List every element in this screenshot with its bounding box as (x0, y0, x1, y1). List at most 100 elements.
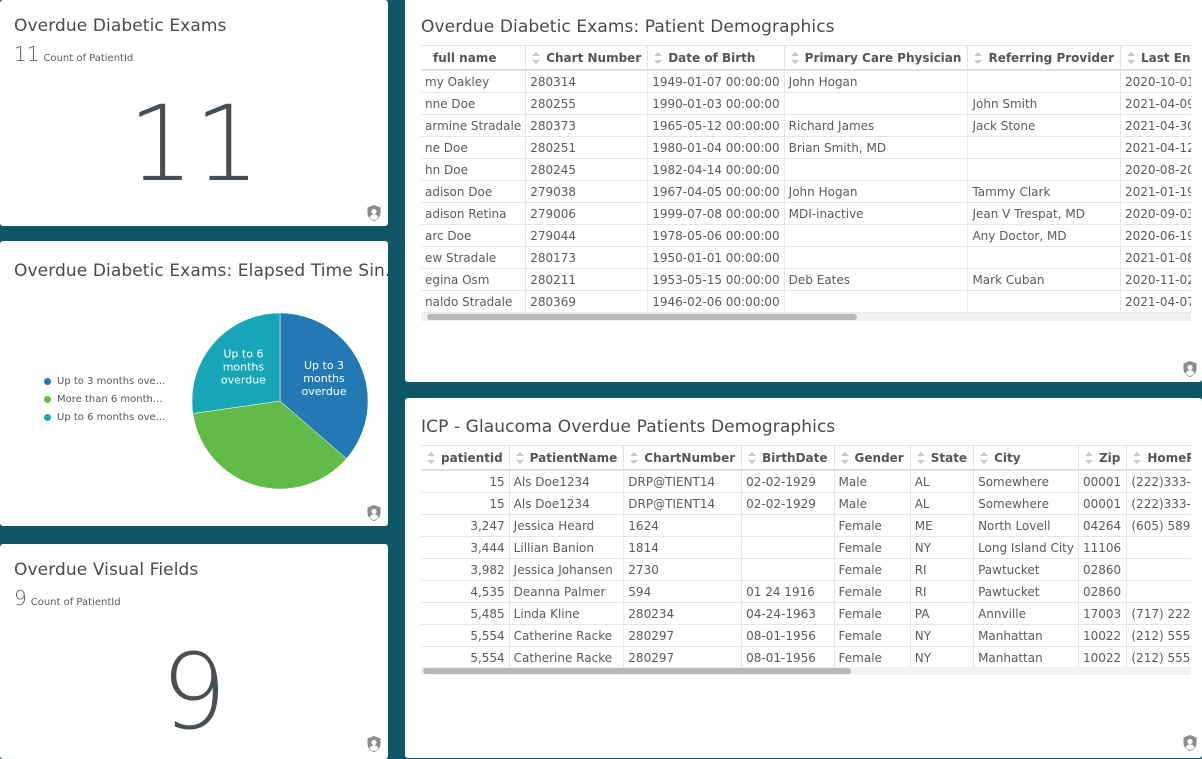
table-row[interactable]: 15 Als Doe1234 DRP@TIENT14 02-02-1929 Male AL… (421, 492, 1191, 515)
shield-user-icon[interactable] (366, 504, 382, 522)
shield-user-icon[interactable] (366, 204, 382, 222)
sort-icon[interactable] (916, 452, 925, 464)
table-cell: DRP@TIENT14 (623, 492, 743, 515)
column-header[interactable]: Date of Birth (647, 46, 785, 71)
table-cell: (212) 555-5 (1126, 624, 1191, 647)
shield-user-icon[interactable] (1182, 734, 1198, 752)
sort-icon[interactable] (1084, 452, 1093, 464)
table-row[interactable]: 5,554 Catherine Racke 280297 08-01-1956 Fema… (421, 624, 1191, 647)
legend-dot-icon (44, 395, 51, 403)
table-cell: 15 (421, 470, 510, 493)
table-cell: Somewhere (973, 470, 1079, 493)
sort-icon[interactable] (532, 52, 541, 64)
scrollbar-thumb[interactable] (427, 314, 857, 320)
table-cell: 2020-08-20 11:1 (1120, 158, 1191, 181)
table-row[interactable]: 3,982 Jessica Johansen 2730 Female RI Pawtuck… (421, 558, 1191, 581)
legend-item[interactable]: More than 6 month... (44, 390, 165, 408)
table-row[interactable]: 3,247 Jessica Heard 1624 Female ME North Love… (421, 514, 1191, 537)
table-row[interactable]: 3,444 Lillian Banion 1814 Female NY Long Isla… (421, 536, 1191, 559)
table-cell: 280251 (525, 136, 649, 159)
column-header-label: Chart Number (546, 50, 642, 65)
column-header[interactable]: patientid (421, 446, 510, 471)
column-header[interactable]: Primary Care Physician (784, 46, 969, 71)
table-cell: 1982-04-14 00:00:00 (647, 158, 785, 181)
column-header[interactable]: Zip (1078, 446, 1128, 471)
table-row[interactable]: hn Doe 280245 1982-04-14 00:00:00 2020-08-2… (421, 158, 1191, 181)
shield-user-icon[interactable] (366, 735, 382, 753)
table-cell: 2021-04-09 09:4 (1120, 92, 1191, 115)
pie-card-elapsed-time[interactable]: Overdue Diabetic Exams: Elapsed Time Sin… (0, 241, 388, 526)
table-card-patient-demographics[interactable]: Overdue Diabetic Exams: Patient Demograp… (405, 0, 1202, 382)
column-header[interactable]: HomePh (1126, 446, 1191, 471)
table-row[interactable]: 15 Als Doe1234 DRP@TIENT14 02-02-1929 Male AL… (421, 470, 1191, 493)
table-cell: Lillian Banion (509, 536, 625, 559)
table-row[interactable]: egina Osm 280211 1953-05-15 00:00:00 Deb Ea… (421, 268, 1191, 291)
scrollbar-thumb[interactable] (423, 668, 851, 674)
table-cell: Brian Smith, MD (784, 136, 969, 159)
column-header[interactable]: State (910, 446, 975, 471)
table-row[interactable]: armine Stradale 280373 1965-05-12 00:00:00… (421, 114, 1191, 137)
sort-icon[interactable] (1133, 452, 1142, 464)
table-cell: John Hogan (784, 180, 969, 203)
sort-icon[interactable] (980, 452, 989, 464)
table-row[interactable]: naldo Stradale 280369 1946-02-06 00:00:00 2… (421, 290, 1191, 313)
table-row[interactable]: arc Doe 279044 1978-05-06 00:00:00 Any Doct… (421, 224, 1191, 247)
table-card-glaucoma-overdue[interactable]: ICP - Glaucoma Overdue Patients Demograp… (405, 398, 1202, 758)
column-header[interactable]: Referring Provider (967, 46, 1121, 71)
kpi-value: 11 (14, 42, 40, 66)
column-header-label: Referring Provider (988, 50, 1114, 65)
column-header[interactable]: Gender (834, 446, 911, 471)
table-cell: Als Doe1234 (509, 470, 625, 493)
table-cell (784, 246, 969, 269)
kpi-card-visual-fields[interactable]: Overdue Visual Fields 9 Count of PatientI… (0, 544, 388, 759)
table-row[interactable]: nne Doe 280255 1990-01-03 00:00:00 John Smi… (421, 92, 1191, 115)
table-cell: North Lovell (973, 514, 1079, 537)
column-header[interactable]: Chart Number (525, 46, 649, 71)
table-row[interactable]: 5,485 Linda Kline 280234 04-24-1963 Female PA… (421, 602, 1191, 625)
table-row[interactable]: my Oakley 280314 1949-01-07 00:00:00 John H… (421, 70, 1191, 93)
column-header[interactable]: BirthDate (741, 446, 835, 471)
table-cell: 2020-09-03 11:0 (1120, 202, 1191, 225)
table-row[interactable]: adison Doe 279038 1967-04-05 00:00:00 John … (421, 180, 1191, 203)
column-header[interactable]: Last Encount (1120, 46, 1191, 71)
table-cell: (212) 555-5 (1126, 646, 1191, 668)
table-cell: 2020-06-19 15:2 (1120, 224, 1191, 247)
table-row[interactable]: adison Retina 279006 1999-07-08 00:00:00 MD… (421, 202, 1191, 225)
glaucoma-table: patientid PatientName ChartNumber BirthDate… (421, 446, 1191, 668)
column-header-label: Primary Care Physician (804, 50, 962, 65)
sort-icon[interactable] (427, 452, 435, 464)
card-title: Overdue Diabetic Exams: Elapsed Time Sin… (14, 261, 388, 281)
legend-item[interactable]: Up to 3 months ove... (44, 372, 165, 390)
sort-icon[interactable] (630, 452, 639, 464)
table-cell: ew Stradale (421, 246, 527, 269)
sort-icon[interactable] (1127, 52, 1135, 64)
table-cell: John Hogan (784, 70, 969, 93)
table-row[interactable]: 5,554 Catherine Racke 280297 08-01-1956 Fema… (421, 646, 1191, 668)
table-cell: Annville (973, 602, 1079, 625)
sort-icon[interactable] (748, 452, 757, 464)
table-row[interactable]: ew Stradale 280173 1950-01-01 00:00:00 2021… (421, 246, 1191, 269)
table-row[interactable]: ne Doe 280251 1980-01-04 00:00:00 Brian Smi… (421, 136, 1191, 159)
table-row[interactable]: 4,535 Deanna Palmer 594 01 24 1916 Female RI P… (421, 580, 1191, 603)
horizontal-scrollbar[interactable] (421, 313, 1191, 321)
sort-icon[interactable] (515, 452, 524, 464)
shield-user-icon[interactable] (1182, 360, 1198, 378)
table-cell (784, 158, 969, 181)
sort-icon[interactable] (790, 52, 799, 64)
sort-icon[interactable] (974, 52, 983, 64)
sort-icon[interactable] (840, 452, 849, 464)
table-cell: 5,485 (421, 602, 510, 625)
demographics-table: full name Chart Number Date of Birth Primar… (421, 46, 1191, 313)
column-header[interactable]: City (973, 446, 1079, 471)
column-header[interactable]: PatientName (509, 446, 625, 471)
legend-item[interactable]: Up to 6 months ove... (44, 408, 165, 426)
table-cell: 1967-04-05 00:00:00 (647, 180, 785, 203)
column-header[interactable]: ChartNumber (623, 446, 743, 471)
kpi-card-diabetic-exams[interactable]: Overdue Diabetic Exams 11 Count of Patien… (0, 0, 388, 226)
table-cell: Catherine Racke (509, 646, 625, 668)
horizontal-scrollbar[interactable] (421, 667, 1191, 675)
table-cell: Pawtucket (973, 558, 1079, 581)
sort-icon[interactable] (654, 52, 663, 64)
column-header[interactable]: full name (421, 46, 527, 71)
table-cell: (717) 222-5 (1126, 602, 1191, 625)
